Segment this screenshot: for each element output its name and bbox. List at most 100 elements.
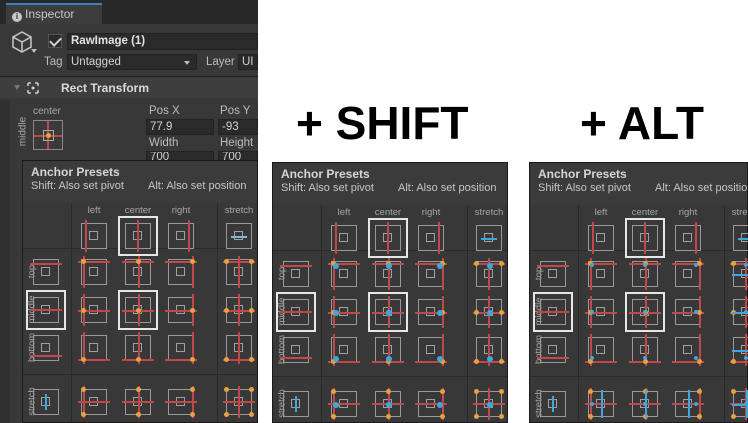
popup-header: Anchor Presets Shift: Also set pivot Alt: …: [273, 163, 507, 205]
preset-stretch-center[interactable]: [122, 386, 154, 418]
preset-top-left[interactable]: [585, 258, 617, 290]
anchor-preset-button[interactable]: [33, 120, 63, 150]
foldout-arrow-icon: [14, 85, 20, 90]
preset-bottom-left[interactable]: [78, 332, 110, 364]
preset-rect-icon: [683, 233, 692, 242]
preset-middle-stretch[interactable]: [473, 296, 505, 328]
preset-center-only[interactable]: [368, 218, 408, 258]
preset-stretch-only[interactable]: [226, 223, 252, 249]
preset-middle-only[interactable]: [26, 290, 66, 330]
rect-transform-header[interactable]: Rect Transform: [0, 78, 258, 98]
preset-stretch-only[interactable]: [33, 389, 59, 415]
preset-stretch-only[interactable]: [733, 225, 748, 251]
preset-bottom-only[interactable]: [280, 337, 312, 363]
preset-stretch-only[interactable]: [540, 391, 566, 417]
preset-center-only[interactable]: [625, 218, 665, 258]
inspector-tab[interactable]: i Inspector: [6, 3, 102, 24]
preset-bottom-right[interactable]: [415, 334, 447, 366]
preset-top-right[interactable]: [672, 258, 704, 290]
preset-bottom-center[interactable]: [122, 332, 154, 364]
preset-bottom-only[interactable]: [537, 337, 569, 363]
preset-top-only[interactable]: [280, 261, 312, 287]
pivot-dot: [694, 263, 698, 267]
preset-stretch-center[interactable]: [629, 388, 661, 420]
pivot-dot: [437, 356, 443, 362]
preset-top-only[interactable]: [30, 259, 62, 285]
preset-bottom-center[interactable]: [372, 334, 404, 366]
preset-bottom-left[interactable]: [328, 334, 360, 366]
posx-field[interactable]: 77.9: [146, 119, 214, 135]
preset-middle-stretch[interactable]: [223, 294, 255, 326]
preset-left-only[interactable]: [588, 222, 614, 254]
preset-right-only[interactable]: [675, 222, 701, 254]
preset-right-only[interactable]: [168, 220, 194, 252]
preset-top-stretch[interactable]: [223, 256, 255, 288]
preset-stretch-stretch[interactable]: [730, 388, 748, 420]
preset-middle-center[interactable]: [625, 292, 665, 332]
preset-top-left[interactable]: [328, 258, 360, 290]
preset-stretch-left[interactable]: [328, 388, 360, 420]
object-name-field[interactable]: RawImage (1): [67, 33, 258, 50]
preset-middle-center[interactable]: [118, 290, 158, 330]
anchor-dot: [499, 261, 504, 266]
preset-rect-icon: [176, 267, 185, 276]
preset-middle-right[interactable]: [165, 294, 197, 326]
preset-bottom-left[interactable]: [585, 334, 617, 366]
layer-dropdown[interactable]: UI: [238, 54, 258, 70]
pivot-dot: [487, 263, 493, 269]
preset-middle-right[interactable]: [415, 296, 447, 328]
preset-stretch-right[interactable]: [672, 388, 704, 420]
preset-top-right[interactable]: [415, 258, 447, 290]
col-header-left: left: [87, 205, 101, 216]
preset-rect-icon: [683, 269, 692, 278]
preset-stretch-right[interactable]: [415, 388, 447, 420]
preset-rect-icon: [339, 345, 348, 354]
preset-top-stretch[interactable]: [730, 258, 748, 290]
popup-divider: [23, 374, 257, 375]
anchor-dot: [588, 389, 593, 394]
inspector-panel: i Inspector RawImage (1) Tag Untagged Lay…: [0, 0, 258, 423]
preset-left-only[interactable]: [331, 222, 357, 254]
preset-bottom-center[interactable]: [629, 334, 661, 366]
preset-middle-center[interactable]: [368, 292, 408, 332]
posy-field[interactable]: -93: [218, 119, 258, 135]
preset-top-center[interactable]: [372, 258, 404, 290]
preset-bottom-stretch[interactable]: [473, 334, 505, 366]
preset-bottom-right[interactable]: [672, 334, 704, 366]
preset-top-stretch[interactable]: [473, 258, 505, 290]
preset-stretch-center[interactable]: [372, 388, 404, 420]
preset-middle-left[interactable]: [78, 294, 110, 326]
preset-bottom-stretch[interactable]: [730, 334, 748, 366]
icon-dropdown-arrow[interactable]: [31, 49, 37, 53]
preset-middle-stretch[interactable]: [730, 296, 748, 328]
preset-stretch-left[interactable]: [78, 386, 110, 418]
pivot-dot: [386, 402, 392, 408]
preset-top-only[interactable]: [537, 261, 569, 287]
height-label: Height: [220, 137, 254, 149]
tag-dropdown[interactable]: Untagged: [67, 54, 197, 70]
preset-top-center[interactable]: [122, 256, 154, 288]
preset-middle-right[interactable]: [672, 296, 704, 328]
preset-stretch-stretch[interactable]: [223, 386, 255, 418]
preset-top-left[interactable]: [78, 256, 110, 288]
preset-middle-left[interactable]: [585, 296, 617, 328]
anchor-dot: [249, 412, 254, 417]
preset-bottom-stretch[interactable]: [223, 332, 255, 364]
preset-stretch-right[interactable]: [165, 386, 197, 418]
preset-middle-left[interactable]: [328, 296, 360, 328]
alt-hint: Alt: Also set position: [148, 180, 247, 192]
preset-middle-only[interactable]: [276, 292, 316, 332]
preset-stretch-only[interactable]: [476, 225, 502, 251]
active-checkbox[interactable]: [48, 34, 62, 48]
preset-stretch-stretch[interactable]: [473, 388, 505, 420]
preset-right-only[interactable]: [418, 222, 444, 254]
preset-stretch-left[interactable]: [585, 388, 617, 420]
preset-center-only[interactable]: [118, 216, 158, 256]
preset-left-only[interactable]: [81, 220, 107, 252]
preset-bottom-right[interactable]: [165, 332, 197, 364]
preset-bottom-only[interactable]: [30, 335, 62, 361]
preset-top-right[interactable]: [165, 256, 197, 288]
preset-middle-only[interactable]: [533, 292, 573, 332]
preset-top-center[interactable]: [629, 258, 661, 290]
preset-stretch-only[interactable]: [283, 391, 309, 417]
